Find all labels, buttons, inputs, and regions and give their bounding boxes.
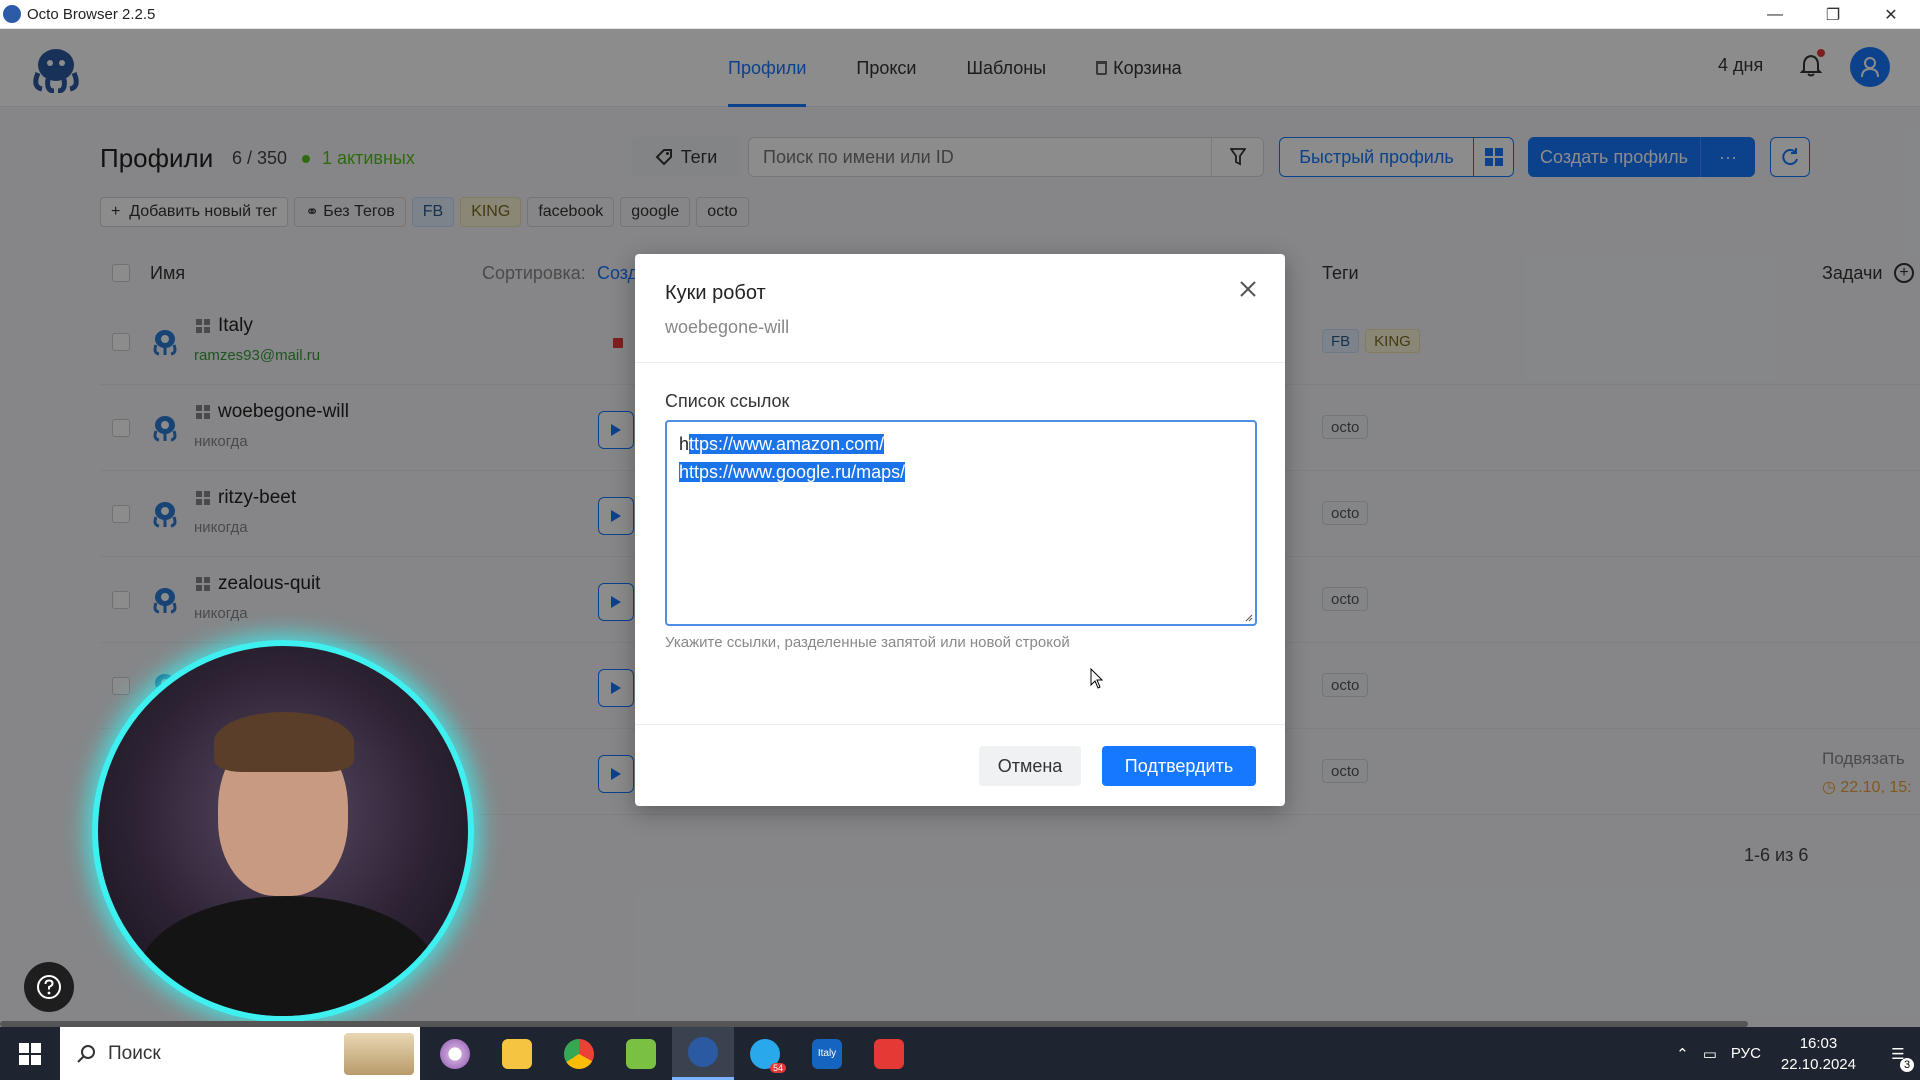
chrome-icon bbox=[564, 1038, 594, 1069]
paint-icon bbox=[440, 1038, 470, 1069]
octo-app-icon bbox=[3, 5, 21, 23]
taskbar-app-explorer[interactable] bbox=[486, 1027, 548, 1080]
clock-date: 22.10.2024 bbox=[1780, 1055, 1856, 1073]
system-tray: ⌃ ▭ РУС 16:03 22.10.2024 ☰ 3 bbox=[1676, 1027, 1920, 1080]
presenter-shirt bbox=[138, 896, 438, 1016]
battery-icon[interactable]: ▭ bbox=[1703, 1045, 1717, 1063]
taskbar-app-octo[interactable] bbox=[672, 1027, 734, 1080]
chevron-up-icon[interactable]: ⌃ bbox=[1676, 1045, 1689, 1063]
clock[interactable]: 16:03 22.10.2024 bbox=[1781, 1033, 1856, 1075]
taskbar-app-italy-profile[interactable]: Italy bbox=[796, 1027, 858, 1080]
dialog-footer-divider bbox=[635, 724, 1285, 725]
link-line-2: https://www.google.ru/maps/ bbox=[679, 462, 906, 482]
cancel-button[interactable]: Отмена bbox=[979, 746, 1081, 786]
resize-grip-icon[interactable] bbox=[1243, 612, 1253, 622]
question-icon bbox=[37, 975, 61, 999]
windows-taskbar: Поиск 54 Italy ⌃ ▭ РУС 16:03 22.10.2024 … bbox=[0, 1027, 1920, 1080]
recorder-icon bbox=[874, 1038, 904, 1069]
close-dialog-icon[interactable] bbox=[1233, 274, 1263, 304]
webcam-overlay bbox=[92, 640, 474, 1022]
search-icon bbox=[77, 1044, 95, 1063]
taskbar-search[interactable]: Поиск bbox=[60, 1027, 420, 1080]
notifications-icon[interactable]: ☰ 3 bbox=[1876, 1027, 1920, 1080]
taskbar-app-recorder[interactable] bbox=[858, 1027, 920, 1080]
taskbar-app-paint[interactable] bbox=[424, 1027, 486, 1080]
start-button[interactable] bbox=[0, 1027, 60, 1080]
close-window-button[interactable]: ✕ bbox=[1862, 0, 1920, 29]
octo-browser-icon bbox=[688, 1037, 718, 1067]
restore-button[interactable]: ❐ bbox=[1804, 0, 1862, 29]
taskbar-app-telegram[interactable]: 54 bbox=[734, 1027, 796, 1080]
help-button[interactable] bbox=[24, 962, 74, 1012]
camtasia-icon bbox=[626, 1038, 656, 1069]
minimize-button[interactable]: — bbox=[1746, 0, 1804, 29]
search-highlight-image bbox=[344, 1033, 414, 1075]
dialog-profile-name: woebegone-will bbox=[665, 317, 790, 337]
language-indicator[interactable]: РУС bbox=[1731, 1045, 1761, 1062]
notification-count: 3 bbox=[1900, 1058, 1914, 1072]
presenter-hair bbox=[214, 712, 354, 772]
telegram-badge: 54 bbox=[769, 1062, 786, 1073]
cookie-robot-dialog: Куки робот woebegone-will Список ссылок … bbox=[635, 254, 1285, 806]
confirm-button[interactable]: Подтвердить bbox=[1102, 746, 1256, 786]
taskbar-app-chrome[interactable] bbox=[548, 1027, 610, 1080]
folder-icon bbox=[502, 1038, 532, 1069]
links-field-label: Список ссылок bbox=[665, 391, 790, 411]
clock-time: 16:03 bbox=[1799, 1034, 1838, 1052]
mouse-cursor-icon bbox=[1090, 668, 1104, 689]
windows-start-icon bbox=[19, 1042, 41, 1065]
window-titlebar: Octo Browser 2.2.5 — ❐ ✕ bbox=[0, 0, 1920, 29]
dialog-title: Куки робот bbox=[665, 282, 766, 304]
links-hint: Укажите ссылки, разделенные запятой или … bbox=[665, 634, 1070, 651]
dialog-divider bbox=[635, 362, 1285, 363]
telegram-icon: 54 bbox=[750, 1038, 786, 1073]
window-title: Octo Browser 2.2.5 bbox=[27, 5, 156, 23]
taskbar-search-label: Поиск bbox=[108, 1042, 161, 1064]
link-line-1: https://www.amazon.com/ bbox=[679, 434, 885, 454]
italy-profile-icon: Italy bbox=[812, 1038, 842, 1069]
taskbar-app-camtasia[interactable] bbox=[610, 1027, 672, 1080]
links-textarea[interactable]: https://www.amazon.com/ https://www.goog… bbox=[665, 420, 1257, 626]
